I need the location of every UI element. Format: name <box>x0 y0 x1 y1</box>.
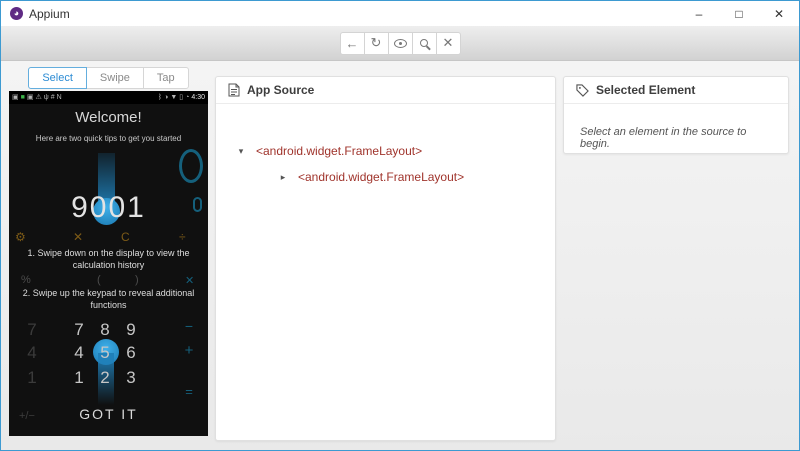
selected-element-panel: Selected Element Select an element in th… <box>563 76 789 154</box>
search-button[interactable] <box>411 31 437 55</box>
keypad-faint-digit: 7 <box>27 320 37 339</box>
keypad-digit: 3 <box>126 368 136 387</box>
warning-icon: ⚠ <box>35 94 42 101</box>
eye-icon <box>393 38 407 48</box>
window-title: Appium <box>29 6 70 21</box>
screenshot-overlay-button[interactable] <box>387 31 413 55</box>
app-source-panel: App Source ▾ <android.widget.FrameLayout… <box>215 76 556 441</box>
refresh-icon: ↻ <box>370 35 382 50</box>
tag-icon <box>576 83 589 97</box>
percent-key: % <box>21 274 31 286</box>
tree-node-root-framelayout[interactable]: ▾ <android.widget.FrameLayout> <box>236 138 555 164</box>
search-icon <box>420 39 428 47</box>
window-controls: – □ ✕ <box>679 1 799 26</box>
tree-node-label: <android.widget.FrameLayout> <box>298 170 465 184</box>
selected-element-header: Selected Element <box>564 77 788 104</box>
keypad-digit: 1 <box>74 368 84 387</box>
calculator-display: 9001 <box>71 191 146 224</box>
source-tree: ▾ <android.widget.FrameLayout> ▸ <androi… <box>216 104 555 190</box>
keypad-faint-digit: 1 <box>27 368 37 387</box>
keypad-digit: 8 <box>100 320 110 339</box>
file-text-icon <box>228 83 240 97</box>
backspace-icon: ✕ <box>73 230 84 244</box>
equals-key: = <box>185 384 193 399</box>
keypad-faint-digit: 4 <box>27 343 37 362</box>
tab-tap[interactable]: Tap <box>142 67 189 89</box>
digit-outline <box>193 197 202 212</box>
gear-icon: ⚙ <box>15 230 26 244</box>
device-screenshot[interactable]: ▣ ■ ▣ ⚠ ψ # N ᛒ ◑ ▼ ▯ ◔ 4:30 Welcome! He… <box>9 91 208 436</box>
battery-icon: ▯ <box>179 94 184 101</box>
clear-key: C <box>121 230 130 244</box>
tree-node-child-framelayout[interactable]: ▸ <android.widget.FrameLayout> <box>278 164 555 190</box>
tip2-line1: 2. Swipe up the keypad to reveal additio… <box>22 288 195 298</box>
usb-icon: ψ <box>43 94 49 101</box>
close-button[interactable]: ✕ <box>759 1 799 26</box>
tip1-line2: calculation history <box>72 260 145 270</box>
selected-element-title: Selected Element <box>596 83 696 97</box>
notification-icon: ▣ <box>12 94 19 101</box>
paren-close-key: ) <box>135 274 139 286</box>
keypad-digit: 6 <box>126 343 136 362</box>
battery-saver-icon: ■ <box>20 94 25 101</box>
clock-icon: ◔ <box>185 94 190 101</box>
tab-select[interactable]: Select <box>28 67 87 89</box>
app-source-header: App Source <box>216 77 555 104</box>
data-icon: ◑ <box>164 94 169 101</box>
refresh-button[interactable]: ↻ <box>363 31 389 55</box>
wifi-icon: ▼ <box>170 94 178 101</box>
main-content: Select Swipe Tap ▣ ■ ▣ ⚠ ψ # N ᛒ ◑ ▼ ▯ ◔ <box>1 61 799 450</box>
multiply-key: ✕ <box>185 275 195 287</box>
maximize-button[interactable]: □ <box>719 1 759 26</box>
interaction-mode-tabs: Select Swipe Tap <box>9 67 208 89</box>
tip2-line2: functions <box>90 300 127 310</box>
got-it-button: GOT IT <box>79 406 138 422</box>
selected-element-empty-message: Select an element in the source to begin… <box>580 126 747 150</box>
caret-right-icon[interactable]: ▸ <box>278 172 288 183</box>
notification-icon: ▣ <box>26 94 34 101</box>
app-source-title: App Source <box>247 83 315 97</box>
minimize-button[interactable]: – <box>679 1 719 26</box>
keypad-digit: 5 <box>100 343 110 362</box>
toolbar: ← ↻ ✕ <box>1 26 799 61</box>
keypad-digit: 2 <box>100 368 110 387</box>
tab-swipe[interactable]: Swipe <box>85 67 144 89</box>
clear-button-outline <box>179 149 203 183</box>
keypad-digit: 4 <box>74 343 84 362</box>
appium-window: ◕ Appium – □ ✕ ← ↻ ✕ Select Swipe Tap ▣ … <box>0 0 800 451</box>
back-button[interactable]: ← <box>339 31 365 55</box>
statusbar-time: 4:30 <box>191 94 205 101</box>
statusbar-right: ᛒ ◑ ▼ ▯ ◔ 4:30 <box>158 94 205 101</box>
titlebar: ◕ Appium – □ ✕ <box>1 1 799 26</box>
divide-key: ÷ <box>179 230 186 244</box>
tip1-line1: 1. Swipe down on the display to view the <box>27 248 190 258</box>
paren-open-key: ( <box>97 274 101 286</box>
caret-down-icon[interactable]: ▾ <box>236 146 246 157</box>
minus-key: − <box>184 318 194 334</box>
tree-node-label: <android.widget.FrameLayout> <box>256 144 423 158</box>
notification-icon: # <box>50 94 55 101</box>
welcome-subheading: Here are two quick tips to get you start… <box>35 134 182 143</box>
bluetooth-icon: ᛒ <box>157 94 163 101</box>
quit-session-button[interactable]: ✕ <box>435 31 461 55</box>
keypad-digit: 7 <box>74 320 84 339</box>
toolbar-button-group: ← ↻ ✕ <box>339 31 461 55</box>
back-icon: ← <box>345 35 359 51</box>
device-statusbar: ▣ ■ ▣ ⚠ ψ # N ᛒ ◑ ▼ ▯ ◔ 4:30 <box>9 91 208 104</box>
close-session-icon: ✕ <box>442 35 454 50</box>
plus-key: + <box>184 342 194 359</box>
nfc-icon: N <box>56 94 62 101</box>
welcome-heading: Welcome! <box>75 109 142 126</box>
keypad-digit: 9 <box>126 320 136 339</box>
appium-logo-icon: ◕ <box>10 7 23 20</box>
